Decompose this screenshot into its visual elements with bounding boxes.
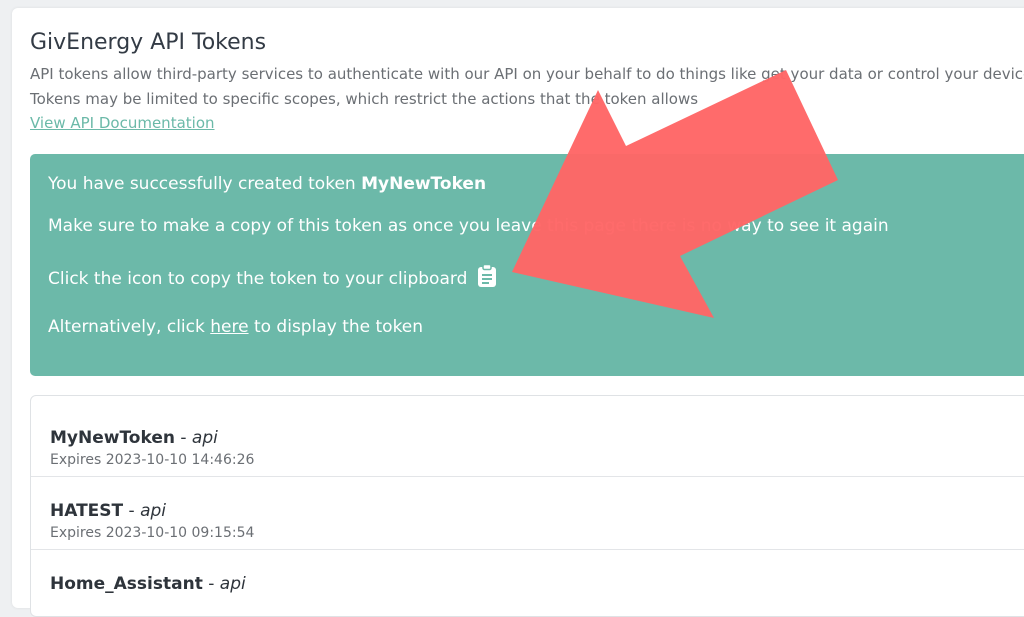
- token-name-line: Home_Assistant - api: [50, 574, 246, 594]
- page-title: GivEnergy API Tokens: [30, 30, 267, 55]
- clipboard-icon[interactable]: [477, 263, 497, 293]
- token-name-line: HATEST - api: [50, 501, 166, 521]
- alert-alt-suffix: to display the token: [248, 317, 424, 337]
- token-name-line: MyNewToken - api: [50, 428, 218, 448]
- alert-copy-instruction: Click the icon to copy the token to your…: [48, 269, 468, 289]
- display-token-link[interactable]: here: [210, 317, 248, 337]
- token-separator: -: [202, 574, 220, 594]
- token-row[interactable]: HATEST - api Expires 2023-10-10 09:15:54: [31, 477, 1024, 550]
- token-separator: -: [123, 501, 141, 521]
- token-name: HATEST: [50, 501, 124, 521]
- token-row[interactable]: Home_Assistant - api: [31, 550, 1024, 616]
- alert-created-prefix: You have successfully created token: [48, 174, 362, 194]
- token-scope: api: [191, 428, 218, 448]
- alert-created-line: You have successfully created token MyNe…: [48, 174, 486, 194]
- alert-alternative-line: Alternatively, click here to display the…: [48, 317, 423, 337]
- token-name: Home_Assistant: [50, 574, 203, 594]
- api-docs-link[interactable]: View API Documentation: [30, 114, 215, 132]
- alert-copy-warning: Make sure to make a copy of this token a…: [48, 216, 889, 236]
- description-line-1: API tokens allow third-party services to…: [30, 65, 1024, 83]
- token-list: MyNewToken - api Expires 2023-10-10 14:4…: [30, 395, 1024, 617]
- token-expiry: Expires 2023-10-10 14:46:26: [50, 452, 255, 468]
- alert-copy-instruction-line: Click the icon to copy the token to your…: [48, 263, 497, 293]
- token-expiry: Expires 2023-10-10 09:15:54: [50, 525, 255, 541]
- token-name: MyNewToken: [50, 428, 175, 448]
- alert-token-name: MyNewToken: [361, 174, 487, 194]
- token-created-alert: You have successfully created token MyNe…: [30, 154, 1024, 376]
- token-scope: api: [140, 501, 167, 521]
- token-row[interactable]: MyNewToken - api Expires 2023-10-10 14:4…: [31, 404, 1024, 477]
- token-scope: api: [219, 574, 246, 594]
- description-line-2: Tokens may be limited to specific scopes…: [30, 90, 699, 108]
- token-separator: -: [174, 428, 192, 448]
- alert-alt-prefix: Alternatively, click: [48, 317, 211, 337]
